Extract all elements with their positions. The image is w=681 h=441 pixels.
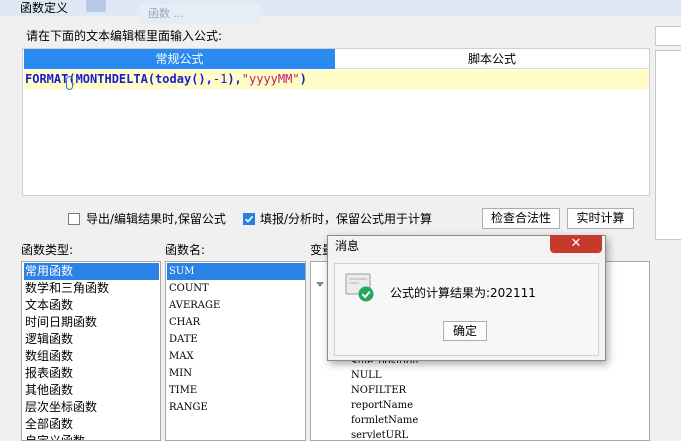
formula-number: -1	[212, 72, 228, 86]
list-item[interactable]: NULL	[351, 368, 381, 383]
export-keep-formula-checkbox[interactable]	[68, 213, 80, 225]
list-item[interactable]: AVERAGE	[167, 297, 305, 314]
list-item[interactable]: COUNT	[167, 280, 305, 297]
list-item[interactable]: 文本函数	[24, 297, 159, 314]
right-field[interactable]	[655, 26, 681, 46]
tab-normal-formula[interactable]: 常规公式	[24, 49, 335, 69]
list-item[interactable]: 数组函数	[24, 348, 159, 365]
function-names-label: 函数名:	[165, 243, 206, 257]
list-item[interactable]: 数学和三角函数	[24, 280, 159, 297]
list-item[interactable]: MIN	[167, 365, 305, 382]
list-item[interactable]: servletURL	[351, 428, 408, 439]
tab-script-formula[interactable]: 脚本公式	[335, 49, 649, 69]
success-check-icon	[345, 272, 375, 302]
list-item[interactable]: 报表函数	[24, 365, 159, 382]
function-types-list[interactable]: 常用函数 数学和三角函数 文本函数 时间日期函数 逻辑函数 数组函数 报表函数 …	[21, 261, 161, 441]
formula-fn-monthdelta: MONTHDELTA(	[75, 72, 156, 86]
list-item[interactable]: 常用函数	[24, 263, 159, 280]
background-tab: 函数 ...	[140, 4, 260, 24]
list-item[interactable]: DATE	[167, 331, 305, 348]
list-item[interactable]: reportName	[351, 398, 413, 413]
function-names-list[interactable]: SUM COUNT AVERAGE CHAR DATE MAX MIN TIME…	[165, 261, 306, 441]
export-keep-formula-label: 导出/编辑结果时,保留公式	[86, 212, 226, 226]
list-item[interactable]: RANGE	[167, 399, 305, 416]
check-validity-button[interactable]: 检查合法性	[482, 208, 560, 229]
background-app-icon	[86, 0, 106, 12]
realtime-calc-button[interactable]: 实时计算	[567, 208, 634, 229]
formula-end: )	[299, 72, 307, 86]
list-item[interactable]: CHAR	[167, 314, 305, 331]
list-item[interactable]: formletName	[351, 413, 418, 428]
function-types-label: 函数类型:	[21, 243, 74, 257]
list-item[interactable]: NOFILTER	[351, 383, 406, 398]
formula-separator: ),	[227, 72, 242, 86]
formula-fn-today: today	[155, 72, 192, 86]
window-title: 函数定义	[20, 1, 69, 15]
dialog-title: 消息	[335, 239, 360, 253]
list-item[interactable]: 时间日期函数	[24, 314, 159, 331]
list-item[interactable]: 全部函数	[24, 416, 159, 433]
checkmark-icon	[244, 215, 254, 223]
ok-button[interactable]: 确定	[443, 321, 487, 341]
list-item[interactable]: 其他函数	[24, 382, 159, 399]
list-item[interactable]: MAX	[167, 348, 305, 365]
right-panel	[655, 50, 681, 240]
list-item[interactable]: SUM	[167, 263, 305, 280]
fill-keep-formula-checkbox[interactable]	[243, 213, 255, 225]
dialog-close-button[interactable]: ✕	[550, 235, 602, 253]
fill-keep-formula-label: 填报/分析时，保留公式用于计算	[260, 212, 433, 226]
formula-string: "yyyyMM"	[241, 72, 300, 86]
list-item[interactable]: 逻辑函数	[24, 331, 159, 348]
list-item[interactable]: TIME	[167, 382, 305, 399]
formula-paren: (),	[191, 72, 213, 86]
list-item[interactable]: 自定义函数	[24, 433, 159, 440]
editor-instruction: 请在下面的文本编辑框里面输入公式:	[26, 29, 223, 43]
dialog-message: 公式的计算结果为:202111	[390, 286, 536, 300]
list-item[interactable]: 层次坐标函数	[24, 399, 159, 416]
expand-arrow-icon[interactable]	[316, 282, 324, 287]
text-cursor-icon	[66, 76, 73, 90]
